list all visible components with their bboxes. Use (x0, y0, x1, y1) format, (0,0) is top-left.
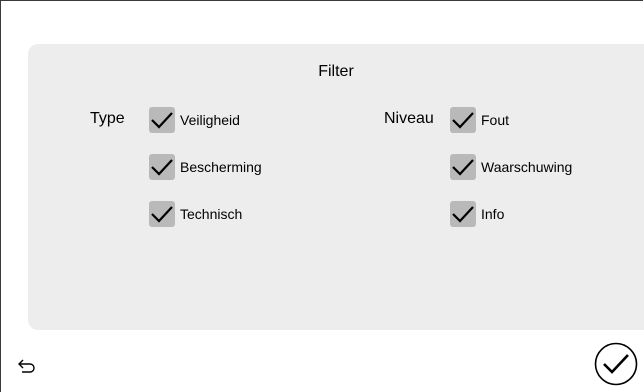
checkbox-box (450, 201, 476, 227)
checkbox-info[interactable]: Info (450, 201, 504, 227)
checkbox-label: Waarschuwing (481, 159, 573, 175)
level-group-label: Niveau (384, 110, 434, 127)
undo-arrow-icon (18, 359, 35, 373)
checkbox-box (149, 107, 175, 133)
panel-title: Filter (318, 63, 354, 80)
checkbox-technisch[interactable]: Technisch (149, 201, 242, 227)
checkbox-label: Technisch (180, 206, 243, 222)
type-group-label: Type (90, 110, 125, 127)
checkmark-circle-icon (594, 342, 638, 386)
checkmark-icon (151, 159, 173, 176)
checkbox-label: Fout (481, 112, 510, 128)
checkmark-icon (452, 159, 474, 176)
checkbox-veiligheid[interactable]: Veiligheid (149, 107, 240, 133)
back-button[interactable] (17, 356, 37, 376)
checkbox-fout[interactable]: Fout (450, 107, 509, 133)
checkmark-icon (151, 206, 173, 223)
confirm-button[interactable] (594, 342, 638, 386)
checkbox-label: Veiligheid (180, 112, 240, 128)
checkbox-label: Info (481, 206, 505, 222)
checkbox-box (450, 107, 476, 133)
checkmark-icon (151, 112, 173, 129)
checkbox-box (450, 154, 476, 180)
checkmark-icon (452, 112, 474, 129)
checkbox-box (149, 154, 175, 180)
checkmark-icon (452, 206, 474, 223)
checkbox-label: Bescherming (180, 159, 262, 175)
filter-panel: Filter Type Veiligheid Bescherming Techn… (28, 44, 644, 330)
checkbox-bescherming[interactable]: Bescherming (149, 154, 262, 180)
checkbox-waarschuwing[interactable]: Waarschuwing (450, 154, 572, 180)
checkbox-box (149, 201, 175, 227)
